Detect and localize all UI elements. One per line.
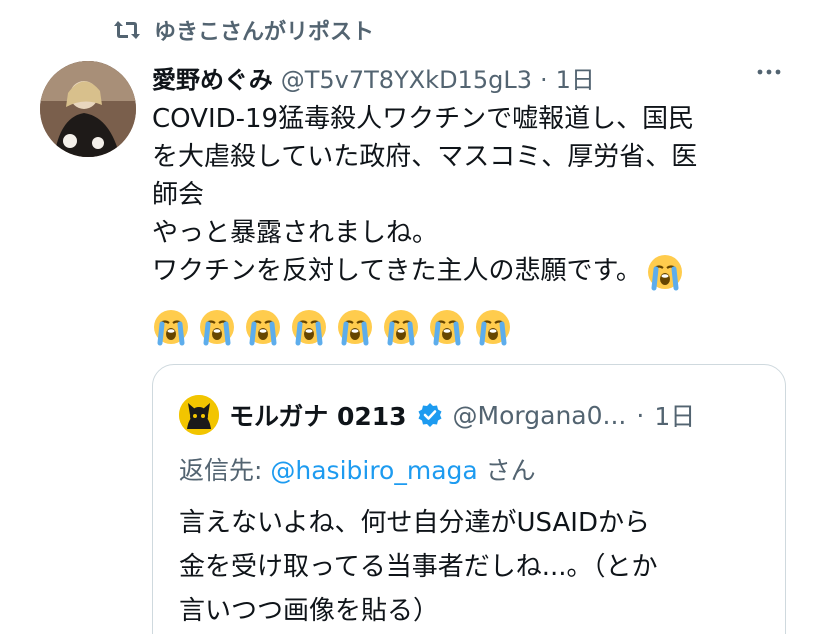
loudly-crying-face-icon bbox=[244, 308, 282, 346]
post-text-line: 師会 bbox=[152, 180, 205, 210]
reply-prefix: 返信先: bbox=[179, 456, 271, 485]
loudly-crying-face-icon bbox=[336, 308, 374, 346]
loudly-crying-face-icon bbox=[198, 308, 236, 346]
separator-dot: · bbox=[539, 66, 548, 94]
quoted-text-line: 言えないよね、何せ自分達がUSAIDから bbox=[179, 508, 650, 538]
repost-icon bbox=[112, 17, 142, 43]
quoted-post-header: モルガナ 0213 @Morgana0... · 1日 bbox=[179, 395, 695, 435]
quoted-author-avatar[interactable] bbox=[179, 395, 219, 435]
reply-suffix: さん bbox=[477, 456, 536, 485]
loudly-crying-face-icon bbox=[428, 308, 466, 346]
quoted-text-line: 金を受け取ってる当事者だしね...。（とか bbox=[179, 552, 658, 582]
quoted-post-timestamp[interactable]: 1日 bbox=[654, 397, 695, 433]
separator-dot: · bbox=[636, 400, 645, 430]
repost-text: ゆきこさんがリポスト bbox=[154, 20, 375, 45]
author-name[interactable]: 愛野めぐみ bbox=[152, 60, 273, 95]
more-options-icon[interactable] bbox=[754, 60, 784, 84]
loudly-crying-face-icon bbox=[382, 308, 420, 346]
emoji-row bbox=[152, 308, 512, 346]
reply-mention-link[interactable]: @hasibiro_maga bbox=[270, 456, 477, 485]
quoted-author-handle[interactable]: @Morgana0... bbox=[453, 401, 627, 430]
author-handle[interactable]: @T5v7T8YXkD15gL3 bbox=[281, 66, 532, 94]
quoted-post-card[interactable]: モルガナ 0213 @Morgana0... · 1日 返信先: @hasibi… bbox=[152, 364, 786, 634]
post-text-line: を大虐殺していた政府、マスコミ、厚労省、医 bbox=[152, 142, 698, 172]
post-header: 愛野めぐみ @T5v7T8YXkD15gL3 · 1日 bbox=[152, 60, 595, 95]
loudly-crying-face-icon bbox=[152, 308, 190, 346]
post-view: ゆきこさんがリポスト 愛野めぐみ @T5v7T8YXkD15gL3 · 1日 C… bbox=[0, 0, 828, 634]
post-text-line: ワクチンを反対してきた主人の悲願です。 bbox=[152, 256, 642, 286]
loudly-crying-face-icon bbox=[290, 308, 328, 346]
post-text-line-with-emoji: ワクチンを反対してきた主人の悲願です。 bbox=[152, 252, 792, 291]
reply-context: 返信先: @hasibiro_maga さん bbox=[179, 451, 536, 487]
loudly-crying-face-icon bbox=[474, 308, 512, 346]
loudly-crying-face-icon bbox=[646, 253, 684, 291]
repost-indicator[interactable]: ゆきこさんがリポスト bbox=[112, 14, 374, 46]
post-text-line: やっと暴露されましね。 bbox=[152, 218, 439, 248]
post-text: COVID-19猛毒殺人ワクチンで嘘報道し、国民 を大虐殺していた政府、マスコミ… bbox=[152, 100, 792, 291]
quoted-post-text: 言えないよね、何せ自分達がUSAIDから 金を受け取ってる当事者だしね...。（… bbox=[179, 501, 769, 633]
post-text-line: COVID-19猛毒殺人ワクチンで嘘報道し、国民 bbox=[152, 104, 695, 134]
author-avatar[interactable] bbox=[40, 61, 136, 157]
verified-badge-icon bbox=[417, 402, 443, 428]
quoted-text-line: 言いつつ画像を貼る） bbox=[179, 596, 440, 626]
quoted-author-name[interactable]: モルガナ 0213 bbox=[229, 397, 407, 433]
post-timestamp[interactable]: 1日 bbox=[556, 60, 595, 95]
